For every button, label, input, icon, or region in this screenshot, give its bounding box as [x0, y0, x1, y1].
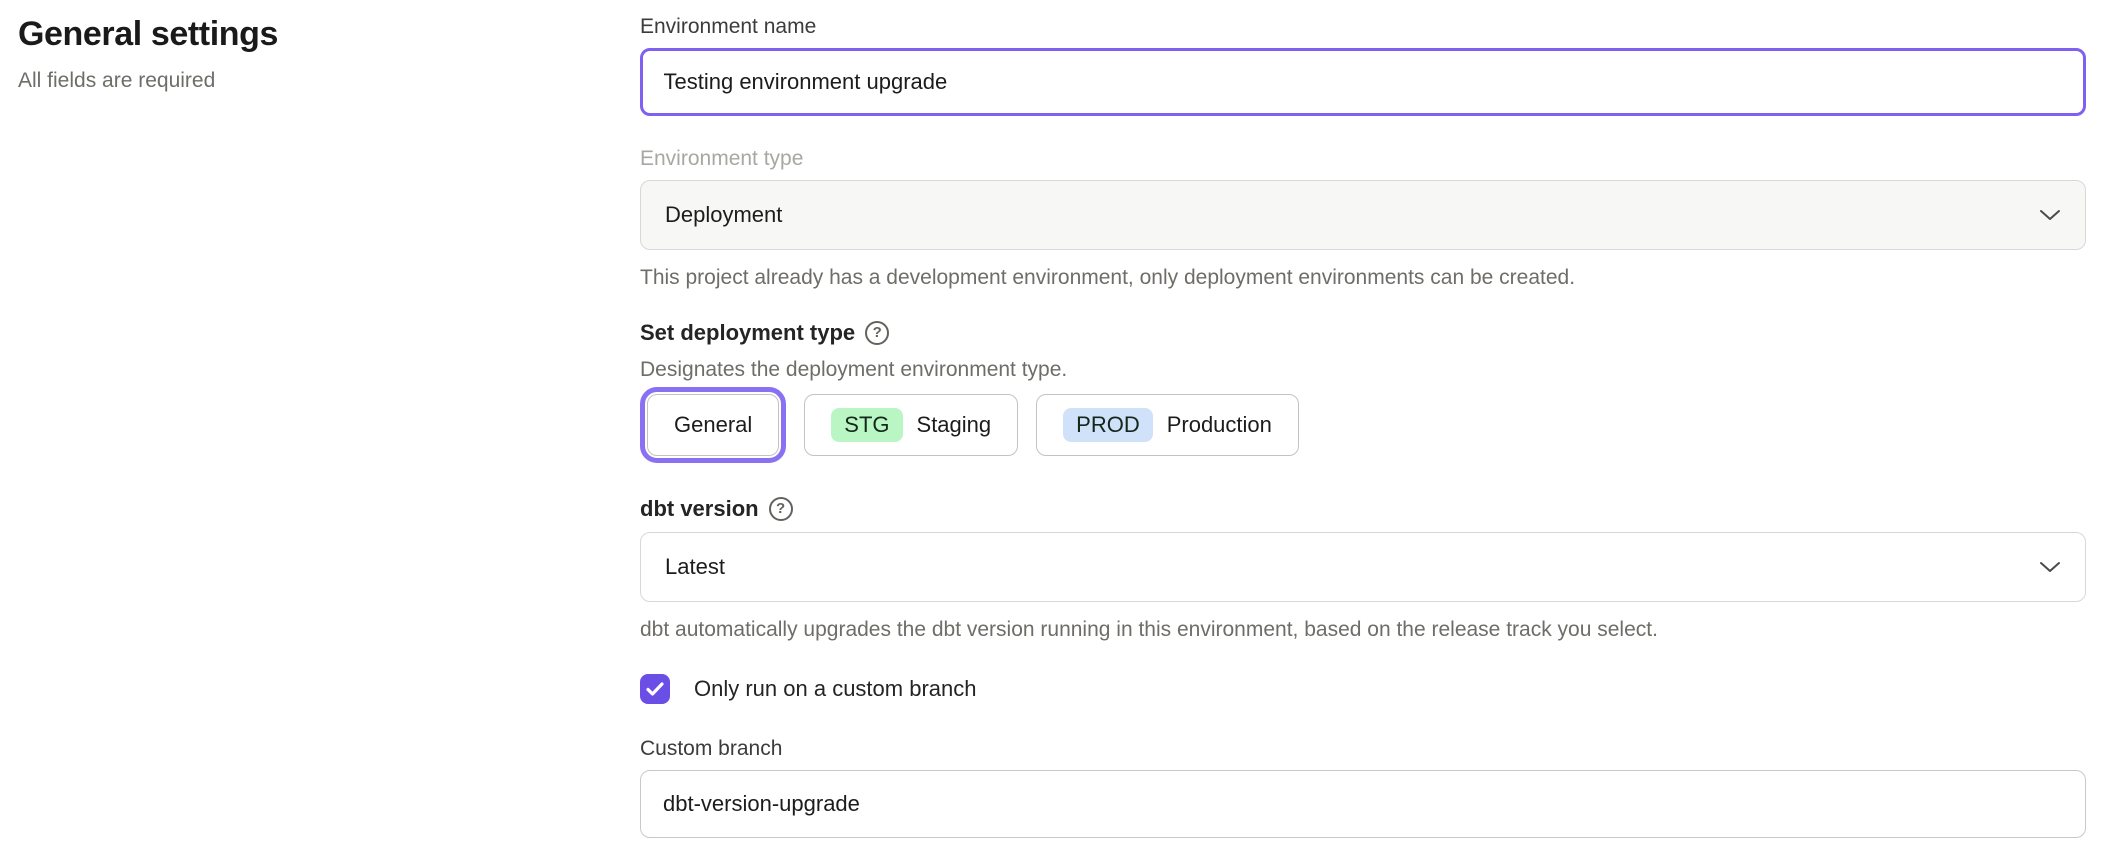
deployment-type-options: General STG Staging PROD Production	[640, 394, 2086, 456]
help-icon[interactable]: ?	[865, 321, 889, 345]
environment-settings-page: General settings All fields are required…	[0, 0, 2116, 864]
stg-badge: STG	[831, 408, 902, 442]
deployment-type-label: Set deployment type ?	[640, 318, 2086, 348]
deployment-type-production-button[interactable]: PROD Production	[1036, 394, 1299, 456]
deployment-type-staging-label: Staging	[917, 412, 992, 438]
environment-type-label: Environment type	[640, 146, 2086, 172]
environment-type-helper: This project already has a development e…	[640, 264, 2086, 292]
page-subtitle: All fields are required	[18, 68, 578, 94]
chevron-down-icon	[2039, 560, 2061, 574]
deployment-type-general-button[interactable]: General	[647, 394, 779, 456]
page-title: General settings	[18, 12, 578, 56]
custom-branch-label: Custom branch	[640, 736, 2086, 762]
environment-type-select[interactable]: Deployment	[640, 180, 2086, 250]
deployment-type-staging-button[interactable]: STG Staging	[804, 394, 1018, 456]
deployment-type-description: Designates the deployment environment ty…	[640, 356, 2086, 384]
check-icon	[646, 682, 664, 696]
settings-form: Environment name Environment type Deploy…	[640, 14, 2086, 838]
environment-type-value: Deployment	[665, 202, 782, 228]
custom-branch-checkbox-label[interactable]: Only run on a custom branch	[694, 676, 976, 702]
prod-badge: PROD	[1063, 408, 1153, 442]
custom-branch-checkbox-row: Only run on a custom branch	[640, 674, 2086, 704]
deployment-type-production-label: Production	[1167, 412, 1272, 438]
dbt-version-helper: dbt automatically upgrades the dbt versi…	[640, 616, 2086, 644]
environment-name-input[interactable]	[640, 48, 2086, 116]
help-icon[interactable]: ?	[769, 497, 793, 521]
custom-branch-checkbox[interactable]	[640, 674, 670, 704]
chevron-down-icon	[2039, 208, 2061, 222]
settings-header: General settings All fields are required	[18, 12, 578, 94]
environment-name-label: Environment name	[640, 14, 2086, 40]
deployment-type-general-label: General	[674, 412, 752, 438]
dbt-version-select[interactable]: Latest	[640, 532, 2086, 602]
custom-branch-input[interactable]	[640, 770, 2086, 838]
dbt-version-value: Latest	[665, 554, 725, 580]
dbt-version-label: dbt version ?	[640, 494, 2086, 524]
